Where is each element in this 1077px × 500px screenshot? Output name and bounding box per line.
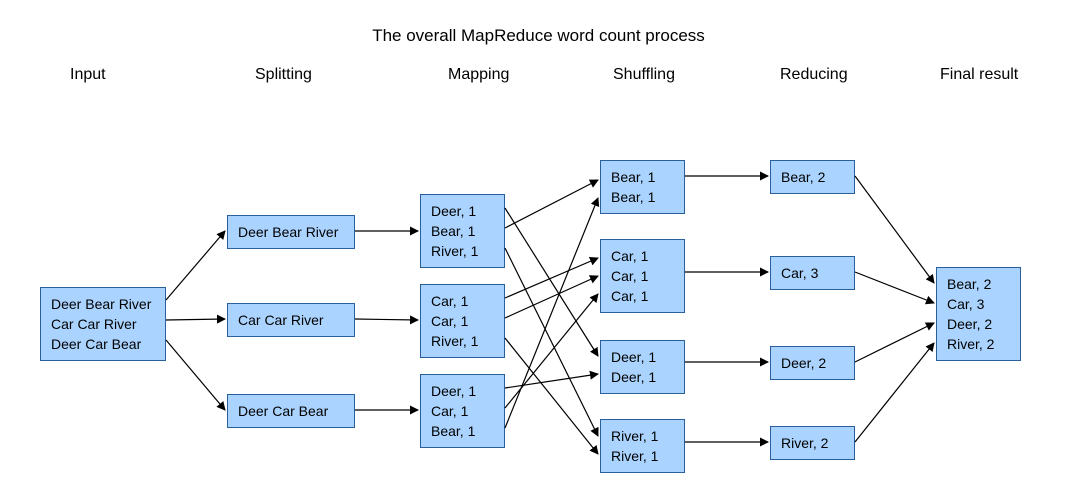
stage-label-final: Final result bbox=[940, 66, 1018, 84]
splitting-box-1: Car Car River bbox=[227, 303, 355, 337]
stage-label-input: Input bbox=[70, 66, 106, 84]
reducing-box-3: River, 2 bbox=[770, 426, 855, 460]
splitting-box-0: Deer Bear River bbox=[227, 215, 355, 249]
reducing-box-1: Car, 3 bbox=[770, 256, 855, 290]
splitting-box-2: Deer Car Bear bbox=[227, 394, 355, 428]
final-box: Bear, 2 Car, 3 Deer, 2 River, 2 bbox=[936, 267, 1021, 361]
input-box: Deer Bear River Car Car River Deer Car B… bbox=[40, 287, 166, 361]
shuffling-box-0: Bear, 1 Bear, 1 bbox=[600, 160, 685, 214]
diagram-title: The overall MapReduce word count process bbox=[0, 26, 1077, 46]
shuffling-box-1: Car, 1 Car, 1 Car, 1 bbox=[600, 239, 685, 313]
stage-label-shuffling: Shuffling bbox=[613, 66, 675, 84]
reducing-box-2: Deer, 2 bbox=[770, 346, 855, 380]
stage-label-mapping: Mapping bbox=[448, 66, 509, 84]
shuffling-box-3: River, 1 River, 1 bbox=[600, 419, 685, 473]
mapping-box-1: Car, 1 Car, 1 River, 1 bbox=[420, 284, 505, 358]
stage-label-reducing: Reducing bbox=[780, 66, 848, 84]
stage-label-splitting: Splitting bbox=[255, 66, 312, 84]
reducing-box-0: Bear, 2 bbox=[770, 160, 855, 194]
mapping-box-0: Deer, 1 Bear, 1 River, 1 bbox=[420, 194, 505, 268]
arrows-layer bbox=[0, 0, 1077, 500]
mapping-box-2: Deer, 1 Car, 1 Bear, 1 bbox=[420, 374, 505, 448]
shuffling-box-2: Deer, 1 Deer, 1 bbox=[600, 340, 685, 394]
